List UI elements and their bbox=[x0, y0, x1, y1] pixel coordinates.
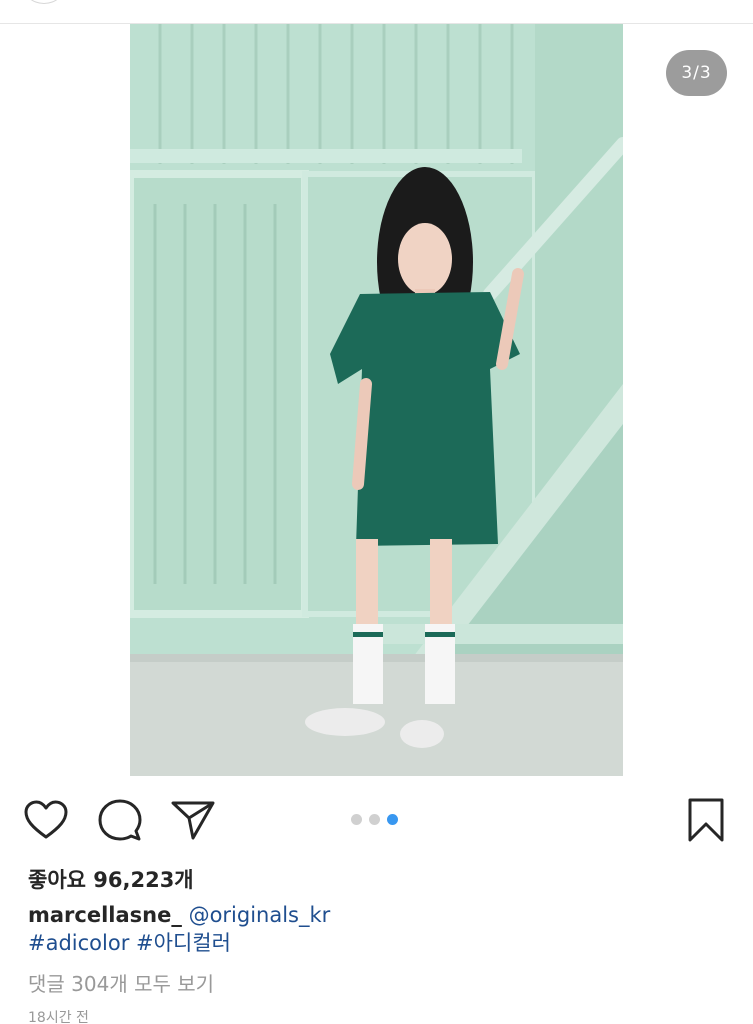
caption-line-2: #adicolor #아디컬러 bbox=[28, 929, 231, 957]
likes-count[interactable]: 좋아요 96,223개 bbox=[28, 864, 194, 894]
mention-link[interactable]: @originals_kr bbox=[189, 903, 331, 927]
image-counter-badge: 3/3 bbox=[666, 50, 727, 96]
post-timestamp: 18시간 전 bbox=[28, 1010, 89, 1024]
carousel-indicator bbox=[351, 814, 398, 825]
photo-illustration bbox=[130, 24, 623, 776]
post-header-edge bbox=[0, 0, 753, 24]
comment-icon bbox=[98, 799, 142, 841]
view-all-comments-link[interactable]: 댓글 304개 모두 보기 bbox=[28, 968, 214, 997]
avatar[interactable] bbox=[22, 0, 66, 4]
action-bar bbox=[0, 790, 753, 852]
carousel-dot bbox=[351, 814, 362, 825]
carousel-dot-active bbox=[387, 814, 398, 825]
send-icon bbox=[171, 801, 215, 840]
hashtag-link[interactable]: #아디컬러 bbox=[136, 931, 231, 955]
share-button[interactable] bbox=[165, 790, 221, 850]
caption-line-1: marcellasne_ @originals_kr bbox=[28, 901, 330, 929]
bookmark-icon bbox=[688, 798, 724, 842]
like-button[interactable] bbox=[18, 790, 74, 850]
save-button[interactable] bbox=[678, 790, 734, 850]
caption-username[interactable]: marcellasne_ bbox=[28, 903, 182, 927]
hashtag-link[interactable]: #adicolor bbox=[28, 931, 129, 955]
heart-icon bbox=[24, 800, 68, 839]
comment-button[interactable] bbox=[92, 790, 148, 850]
carousel-dot bbox=[369, 814, 380, 825]
post-photo[interactable] bbox=[130, 24, 623, 776]
